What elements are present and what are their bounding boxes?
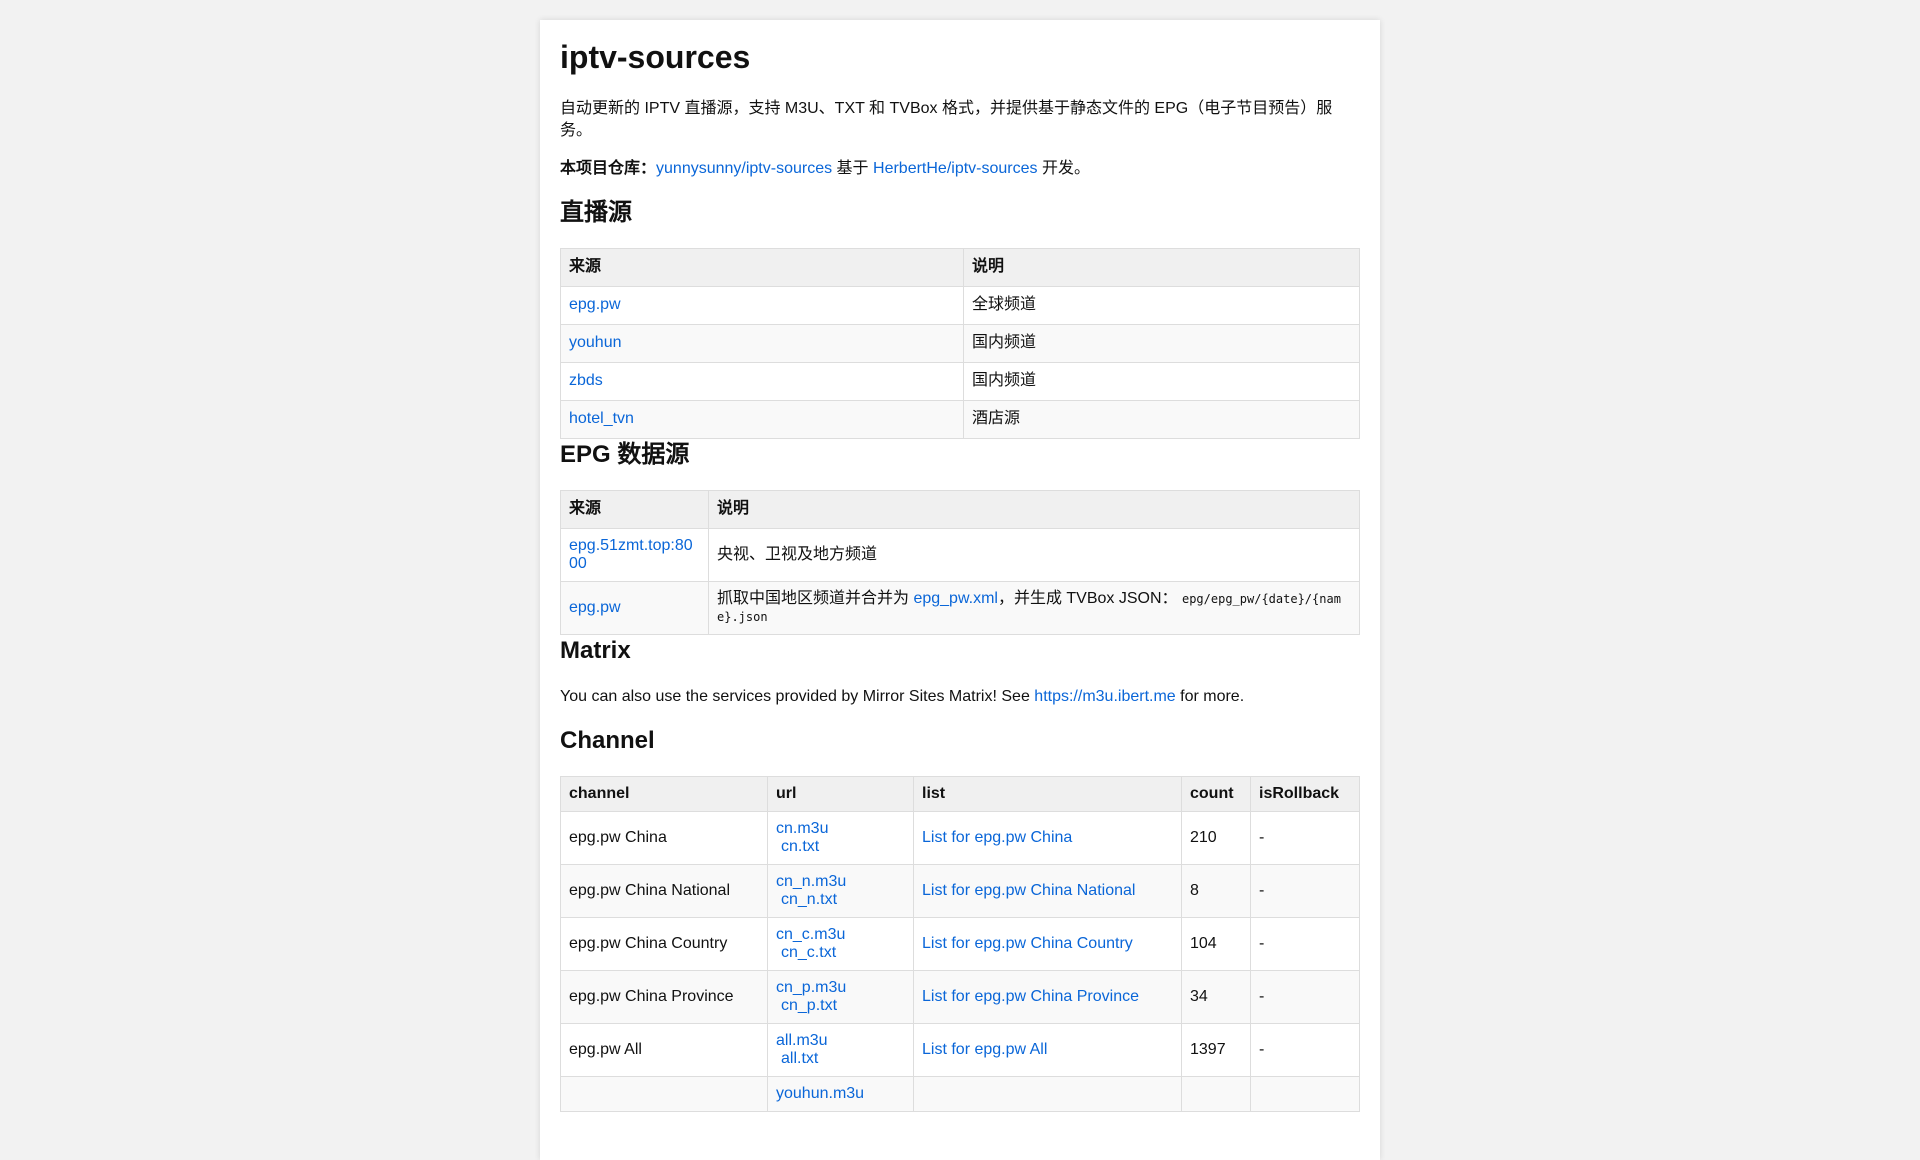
col-desc: 说明 bbox=[708, 489, 1360, 529]
rollback-value: - bbox=[1250, 1022, 1360, 1077]
list-link[interactable]: List for epg.pw All bbox=[922, 1041, 1047, 1058]
repo-line: 本项目仓库：yunnysunny/iptv-sources 基于 Herbert… bbox=[560, 158, 1360, 180]
list-link[interactable]: List for epg.pw China bbox=[922, 829, 1072, 846]
rollback-value: - bbox=[1250, 916, 1360, 971]
m3u-link[interactable]: cn.m3u bbox=[776, 820, 905, 838]
intro-text: 自动更新的 IPTV 直播源，支持 M3U、TXT 和 TVBox 格式，并提供… bbox=[560, 100, 1333, 139]
source-link[interactable]: epg.pw bbox=[569, 296, 621, 313]
table-row: epg.pw All all.m3u all.txt List for epg.p… bbox=[560, 1022, 1360, 1077]
url-cell: youhun.m3u bbox=[767, 1075, 914, 1112]
txt-link[interactable]: cn_n.txt bbox=[776, 891, 905, 909]
repo-end: 开发。 bbox=[1037, 159, 1090, 177]
col-url: url bbox=[767, 775, 914, 812]
m3u-link[interactable]: cn_n.m3u bbox=[776, 873, 905, 891]
desc-text: ，并生成 TVBox JSON： bbox=[997, 589, 1182, 607]
rollback-value: - bbox=[1250, 969, 1360, 1024]
matrix-pre: You can also use the services provided b… bbox=[560, 687, 1035, 705]
url-cell: all.m3u all.txt bbox=[767, 1022, 914, 1077]
matrix-link[interactable]: https://m3u.ibert.me bbox=[1034, 688, 1175, 705]
url-cell: cn_p.m3u cn_p.txt bbox=[767, 969, 914, 1024]
matrix-heading: Matrix bbox=[560, 636, 631, 664]
epg-source-link[interactable]: epg.51zmt.top:8000 bbox=[569, 537, 693, 572]
channel-name: epg.pw China bbox=[560, 810, 768, 865]
source-desc: 酒店源 bbox=[963, 399, 1360, 439]
page-title: iptv-sources bbox=[560, 39, 751, 75]
m3u-link[interactable]: youhun.m3u bbox=[776, 1085, 905, 1103]
channel-count: 1397 bbox=[1181, 1022, 1251, 1077]
source-desc: 国内频道 bbox=[963, 361, 1360, 401]
m3u-link[interactable]: cn_c.m3u bbox=[776, 926, 905, 944]
channel-table: channel url list count isRollback epg.pw… bbox=[560, 775, 1360, 1112]
upstream-link[interactable]: HerbertHe/iptv-sources bbox=[873, 160, 1038, 177]
m3u-link[interactable]: all.m3u bbox=[776, 1032, 905, 1050]
rollback-value: - bbox=[1250, 810, 1360, 865]
rollback-value bbox=[1250, 1075, 1360, 1112]
col-source: 来源 bbox=[560, 247, 964, 287]
source-desc: 国内频道 bbox=[963, 323, 1360, 363]
live-heading: 直播源 bbox=[560, 199, 632, 227]
m3u-link[interactable]: cn_p.m3u bbox=[776, 979, 905, 997]
table-row: youhun 国内频道 bbox=[560, 323, 1360, 363]
table-row: epg.pw China cn.m3u cn.txt List for epg.p… bbox=[560, 810, 1360, 865]
rollback-value: - bbox=[1250, 863, 1360, 918]
table-row: epg.pw 全球频道 bbox=[560, 285, 1360, 325]
col-list: list bbox=[913, 775, 1182, 812]
col-source: 来源 bbox=[560, 489, 709, 529]
source-link[interactable]: hotel_tvn bbox=[569, 410, 634, 427]
channel-count: 210 bbox=[1181, 810, 1251, 865]
table-row: epg.pw 抓取中国地区频道并合并为 epg_pw.xml，并生成 TVBox … bbox=[560, 580, 1360, 635]
txt-link[interactable]: cn.txt bbox=[776, 838, 905, 856]
matrix-post: for more. bbox=[1175, 687, 1245, 705]
url-cell: cn.m3u cn.txt bbox=[767, 810, 914, 865]
readme-page: iptv-sources 自动更新的 IPTV 直播源，支持 M3U、TXT 和… bbox=[540, 20, 1380, 1160]
epg-heading: EPG 数据源 bbox=[560, 440, 690, 468]
matrix-text: You can also use the services provided b… bbox=[560, 686, 1360, 708]
table-row: epg.51zmt.top:8000 央视、卫视及地方频道 bbox=[560, 527, 1360, 582]
url-cell: cn_c.m3u cn_c.txt bbox=[767, 916, 914, 971]
table-row: youhun.m3u bbox=[560, 1075, 1360, 1112]
source-desc: 全球频道 bbox=[963, 285, 1360, 325]
channel-name: epg.pw China Country bbox=[560, 916, 768, 971]
repo-label: 本项目仓库： bbox=[560, 159, 657, 177]
col-channel: channel bbox=[560, 775, 768, 812]
channel-count: 8 bbox=[1181, 863, 1251, 918]
epg-desc: 抓取中国地区频道并合并为 epg_pw.xml，并生成 TVBox JSON： … bbox=[708, 580, 1360, 635]
live-sources-table: 来源 说明 epg.pw 全球频道 youhun 国内频道 zbds 国内频道 hotel_t… bbox=[560, 247, 1360, 439]
table-row: epg.pw China Country cn_c.m3u cn_c.txt Li… bbox=[560, 916, 1360, 971]
url-cell: cn_n.m3u cn_n.txt bbox=[767, 863, 914, 918]
channel-name: epg.pw China National bbox=[560, 863, 768, 918]
col-count: count bbox=[1181, 775, 1251, 812]
epg-source-link[interactable]: epg.pw bbox=[569, 599, 621, 616]
channel-name: epg.pw China Province bbox=[560, 969, 768, 1024]
txt-link[interactable]: cn_c.txt bbox=[776, 944, 905, 962]
channel-heading: Channel bbox=[560, 727, 655, 755]
table-row: zbds 国内频道 bbox=[560, 361, 1360, 401]
source-link[interactable]: zbds bbox=[569, 372, 603, 389]
table-row: epg.pw China Province cn_p.m3u cn_p.txt L… bbox=[560, 969, 1360, 1024]
txt-link[interactable]: all.txt bbox=[776, 1050, 905, 1068]
channel-count: 104 bbox=[1181, 916, 1251, 971]
epg-xml-link[interactable]: epg_pw.xml bbox=[913, 590, 998, 607]
desc-text: 抓取中国地区频道并合并为 bbox=[717, 589, 914, 607]
channel-name bbox=[560, 1075, 768, 1112]
table-row: hotel_tvn 酒店源 bbox=[560, 399, 1360, 439]
col-rollback: isRollback bbox=[1250, 775, 1360, 812]
channel-count bbox=[1181, 1075, 1251, 1112]
source-link[interactable]: youhun bbox=[569, 334, 622, 351]
list-link[interactable]: List for epg.pw China National bbox=[922, 882, 1135, 899]
channel-count: 34 bbox=[1181, 969, 1251, 1024]
epg-desc: 央视、卫视及地方频道 bbox=[708, 527, 1360, 582]
repo-mid: 基于 bbox=[832, 159, 874, 177]
table-row: epg.pw China National cn_n.m3u cn_n.txt L… bbox=[560, 863, 1360, 918]
col-desc: 说明 bbox=[963, 247, 1360, 287]
channel-name: epg.pw All bbox=[560, 1022, 768, 1077]
list-link[interactable]: List for epg.pw China Province bbox=[922, 988, 1139, 1005]
txt-link[interactable]: cn_p.txt bbox=[776, 997, 905, 1015]
list-link[interactable]: List for epg.pw China Country bbox=[922, 935, 1133, 952]
epg-sources-table: 来源 说明 epg.51zmt.top:8000 央视、卫视及地方频道 epg.pw… bbox=[560, 489, 1360, 635]
repo-link[interactable]: yunnysunny/iptv-sources bbox=[656, 160, 832, 177]
